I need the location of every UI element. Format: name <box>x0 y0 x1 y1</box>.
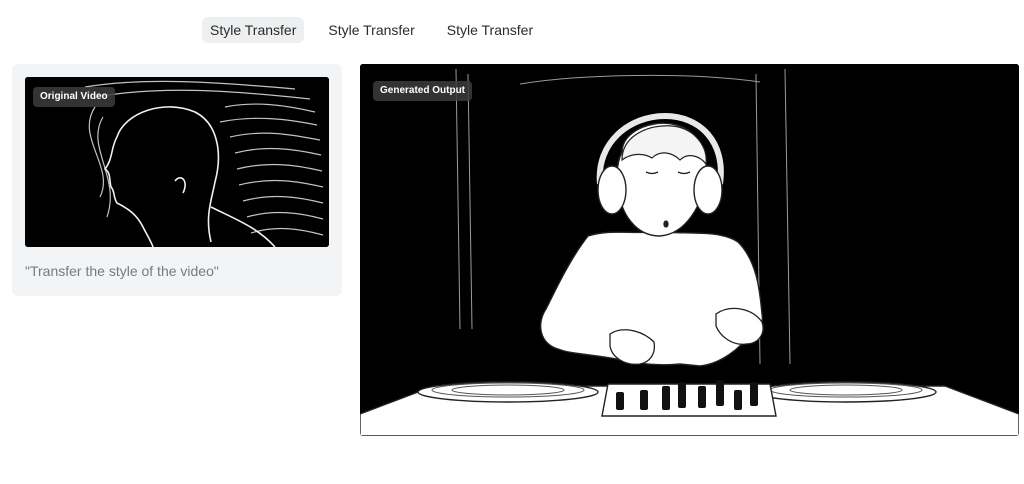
tab-style-transfer-3[interactable]: Style Transfer <box>439 17 541 43</box>
original-video[interactable]: Original Video <box>25 77 329 247</box>
style-tabs: Style Transfer Style Transfer Style Tran… <box>202 17 541 43</box>
original-video-badge: Original Video <box>33 87 115 107</box>
generated-output-video[interactable]: Generated Output <box>360 64 1019 436</box>
generated-output-badge: Generated Output <box>373 81 473 101</box>
tab-style-transfer-2[interactable]: Style Transfer <box>320 17 422 43</box>
generated-output-frame <box>360 64 1019 436</box>
input-card: Original Video "Transfer the style of th… <box>12 64 342 296</box>
tab-style-transfer-1[interactable]: Style Transfer <box>202 17 305 43</box>
prompt-text: "Transfer the style of the video" <box>25 263 219 279</box>
